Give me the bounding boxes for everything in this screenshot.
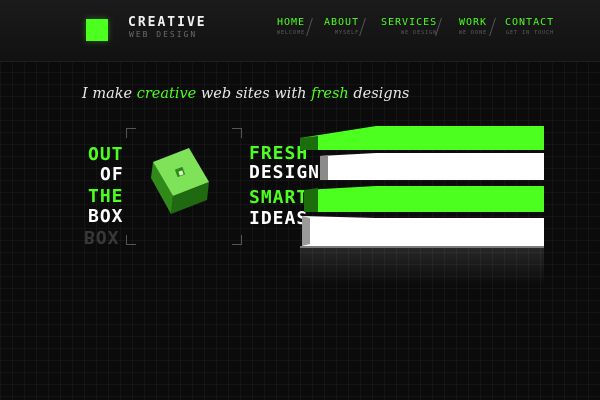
nav-separator: [489, 18, 496, 36]
frame-corner: [126, 128, 136, 138]
site-header: CREATIVE WEB DESIGN HOME WELCOME ABOUT M…: [0, 0, 600, 62]
tagline-part: I make: [82, 86, 137, 102]
green-cube-icon: [151, 148, 209, 214]
tagline-highlight: fresh: [311, 86, 349, 102]
nav-work-label: WORK: [459, 17, 488, 28]
strips-reflection: [300, 246, 544, 286]
tagline-highlight: creative: [136, 86, 197, 102]
nav-work-sub: WE DONE: [459, 30, 488, 36]
logo-subtitle: WEB DESIGN: [129, 30, 198, 39]
hero-word-box: BOX: [88, 206, 124, 227]
nav-contact-sub: GET IN TOUCH: [506, 30, 555, 36]
nav-contact[interactable]: CONTACT GET IN TOUCH: [505, 17, 554, 36]
tagline: I make creative web sites with fresh des…: [82, 86, 409, 102]
tagline-part: designs: [348, 86, 410, 102]
hero-word-the: THE: [88, 186, 124, 207]
nav-home[interactable]: HOME WELCOME: [277, 17, 305, 36]
nav-about[interactable]: ABOUT MYSELF: [324, 17, 359, 36]
tagline-part: web sites with: [196, 86, 312, 102]
logo-title[interactable]: CREATIVE: [128, 15, 207, 30]
logo-square-icon[interactable]: [86, 19, 108, 41]
nav-services-label: SERVICES: [381, 17, 438, 28]
nav-separator: [359, 18, 366, 36]
nav-services[interactable]: SERVICES WE DESIGN: [381, 17, 437, 36]
nav-work[interactable]: WORK WE DONE: [459, 17, 487, 36]
nav-home-label: HOME: [277, 17, 306, 28]
hero-word-reflection: BOX: [84, 226, 120, 247]
nav-services-sub: WE DESIGN: [401, 30, 438, 36]
nav-about-sub: MYSELF: [335, 30, 360, 36]
layered-strips-graphic: [300, 126, 544, 248]
frame-corner: [232, 128, 242, 138]
nav-about-label: ABOUT: [324, 17, 360, 28]
hero-word-out: OUT: [88, 144, 124, 165]
frame-corner: [126, 235, 136, 245]
nav-separator: [306, 18, 313, 36]
nav-home-sub: WELCOME: [277, 30, 306, 36]
nav-contact-label: CONTACT: [505, 17, 555, 28]
frame-corner: [232, 235, 242, 245]
hero-word-of: OF: [100, 164, 124, 185]
